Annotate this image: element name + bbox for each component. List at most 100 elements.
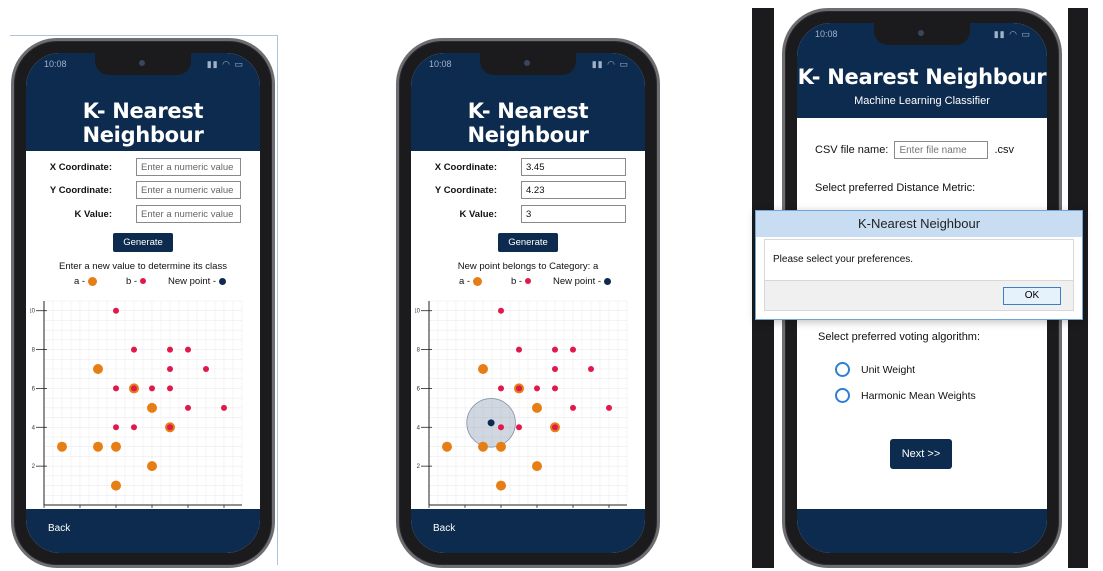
legend-label-new-point: New point - — [168, 276, 217, 287]
signal-wifi-battery-icon: ▮▮ ◠ ▭ — [591, 59, 629, 69]
screen-2: 10:08 ▮▮ ◠ ▭ K- Nearest Neighbour Machin… — [411, 53, 645, 553]
data-point-b — [131, 424, 137, 431]
app-footer — [797, 509, 1047, 553]
radio-label-harmonic-mean: Harmonic Mean Weights — [861, 390, 976, 402]
data-point-b — [113, 424, 119, 431]
data-point-a — [532, 402, 542, 413]
data-point-a — [478, 441, 488, 452]
dialog-footer: OK — [764, 281, 1074, 311]
data-point-b — [498, 424, 504, 431]
y-tick-label: 6 — [417, 386, 421, 392]
data-point-a — [111, 441, 121, 452]
data-point-a — [147, 461, 157, 472]
status-time: 10:08 — [815, 29, 838, 39]
screen-1: 10:08 ▮▮ ◠ ▭ K- Nearest Neighbour Machin… — [26, 53, 260, 553]
data-point-b — [167, 424, 173, 431]
scatter-plot-1: 0246810246810 — [30, 300, 243, 518]
status-time: 10:08 — [44, 59, 67, 69]
legend-item-a: a - — [459, 276, 483, 287]
legend-label-new-point: New point - — [553, 276, 602, 287]
app-footer: Back — [26, 509, 260, 553]
data-point-b — [131, 385, 137, 392]
k-value-row: K Value: — [26, 205, 260, 225]
result-message: New point belongs to Category: a — [457, 261, 599, 272]
next-button[interactable]: Next >> — [890, 439, 952, 469]
radio-circle-icon[interactable] — [835, 388, 850, 403]
y-coordinate-row: Y Coordinate: — [411, 181, 645, 201]
legend: a - b - New point - — [411, 276, 645, 290]
legend: a - b - New point - — [26, 276, 260, 290]
distance-metric-prompt: Select preferred Distance Metric: — [815, 182, 976, 194]
data-point-b — [113, 307, 119, 314]
data-point-b — [167, 385, 173, 392]
legend-item-new-point: New point - — [553, 276, 612, 287]
legend-dot-a — [473, 276, 483, 286]
generate-button[interactable]: Generate — [113, 233, 173, 252]
legend-item-a: a - — [74, 276, 98, 287]
k-value-row: K Value: — [411, 205, 645, 225]
legend-dot-b — [140, 278, 147, 285]
data-point-a — [496, 441, 506, 452]
x-coordinate-input[interactable] — [136, 158, 241, 176]
x-coordinate-input[interactable] — [521, 158, 626, 176]
new-point — [487, 419, 495, 427]
data-point-b — [221, 404, 227, 411]
legend-dot-b — [525, 278, 532, 285]
signal-wifi-battery-icon: ▮▮ ◠ ▭ — [993, 29, 1031, 39]
data-point-b — [131, 346, 137, 353]
legend-label-b: b - — [511, 276, 523, 287]
data-point-a — [93, 441, 103, 452]
data-point-b — [498, 385, 504, 392]
signal-wifi-battery-icon: ▮▮ ◠ ▭ — [206, 59, 244, 69]
data-point-b — [113, 385, 119, 392]
legend-label-a: a - — [74, 276, 86, 287]
back-button[interactable]: Back — [433, 523, 455, 534]
legend-item-b: b - — [511, 276, 532, 287]
data-point-a — [111, 480, 121, 491]
data-point-a — [496, 480, 506, 491]
app-title: K- Nearest Neighbour — [467, 99, 589, 147]
window-edge-right — [277, 35, 278, 565]
data-point-a — [478, 364, 488, 374]
data-point-b — [552, 385, 558, 392]
y-tick-label: 10 — [415, 309, 421, 315]
x-coordinate-row: X Coordinate: — [26, 158, 260, 178]
k-value-label: K Value: — [459, 209, 498, 220]
data-point-b — [167, 346, 173, 353]
y-tick-label: 6 — [32, 386, 36, 392]
radio-circle-icon[interactable] — [835, 362, 850, 377]
x-coordinate-row: X Coordinate: — [411, 158, 645, 178]
dialog-body: Please select your preferences. — [764, 239, 1074, 281]
phone-screen-1: 10:08 ▮▮ ◠ ▭ K- Nearest Neighbour Machin… — [11, 38, 275, 568]
y-tick-label: 2 — [32, 464, 36, 470]
data-point-b — [570, 404, 576, 411]
status-message: Enter a new value to determine its class — [59, 261, 227, 272]
data-point-b — [516, 385, 522, 392]
y-tick-label: 10 — [30, 309, 36, 315]
generate-button[interactable]: Generate — [498, 233, 558, 252]
dialog-title: K-Nearest Neighbour — [756, 211, 1082, 237]
scatter-plot-2: 0246810246810 — [415, 300, 628, 518]
window-edge-left — [10, 35, 278, 36]
alert-dialog: K-Nearest Neighbour Please select your p… — [755, 210, 1083, 320]
csv-file-input[interactable] — [894, 141, 989, 159]
legend-dot-new-point — [219, 277, 227, 285]
k-value-input[interactable] — [136, 205, 241, 223]
back-button[interactable]: Back — [48, 523, 70, 534]
ok-button[interactable]: OK — [1003, 287, 1061, 305]
data-point-b — [203, 366, 209, 372]
y-coordinate-input[interactable] — [521, 181, 626, 199]
k-value-input[interactable] — [521, 205, 626, 223]
data-point-b — [606, 404, 612, 411]
y-tick-label: 8 — [32, 348, 36, 354]
data-point-a — [93, 364, 103, 374]
voting-algorithm-prompt: Select preferred voting algorithm: — [818, 331, 981, 343]
legend-item-b: b - — [126, 276, 147, 287]
app-title: K- Nearest Neighbour — [797, 65, 1047, 89]
y-coordinate-input[interactable] — [136, 181, 241, 199]
data-point-b — [534, 385, 540, 392]
data-point-b — [516, 346, 522, 353]
legend-label-a: a - — [459, 276, 471, 287]
data-point-b — [552, 366, 558, 372]
data-point-b — [167, 366, 173, 372]
